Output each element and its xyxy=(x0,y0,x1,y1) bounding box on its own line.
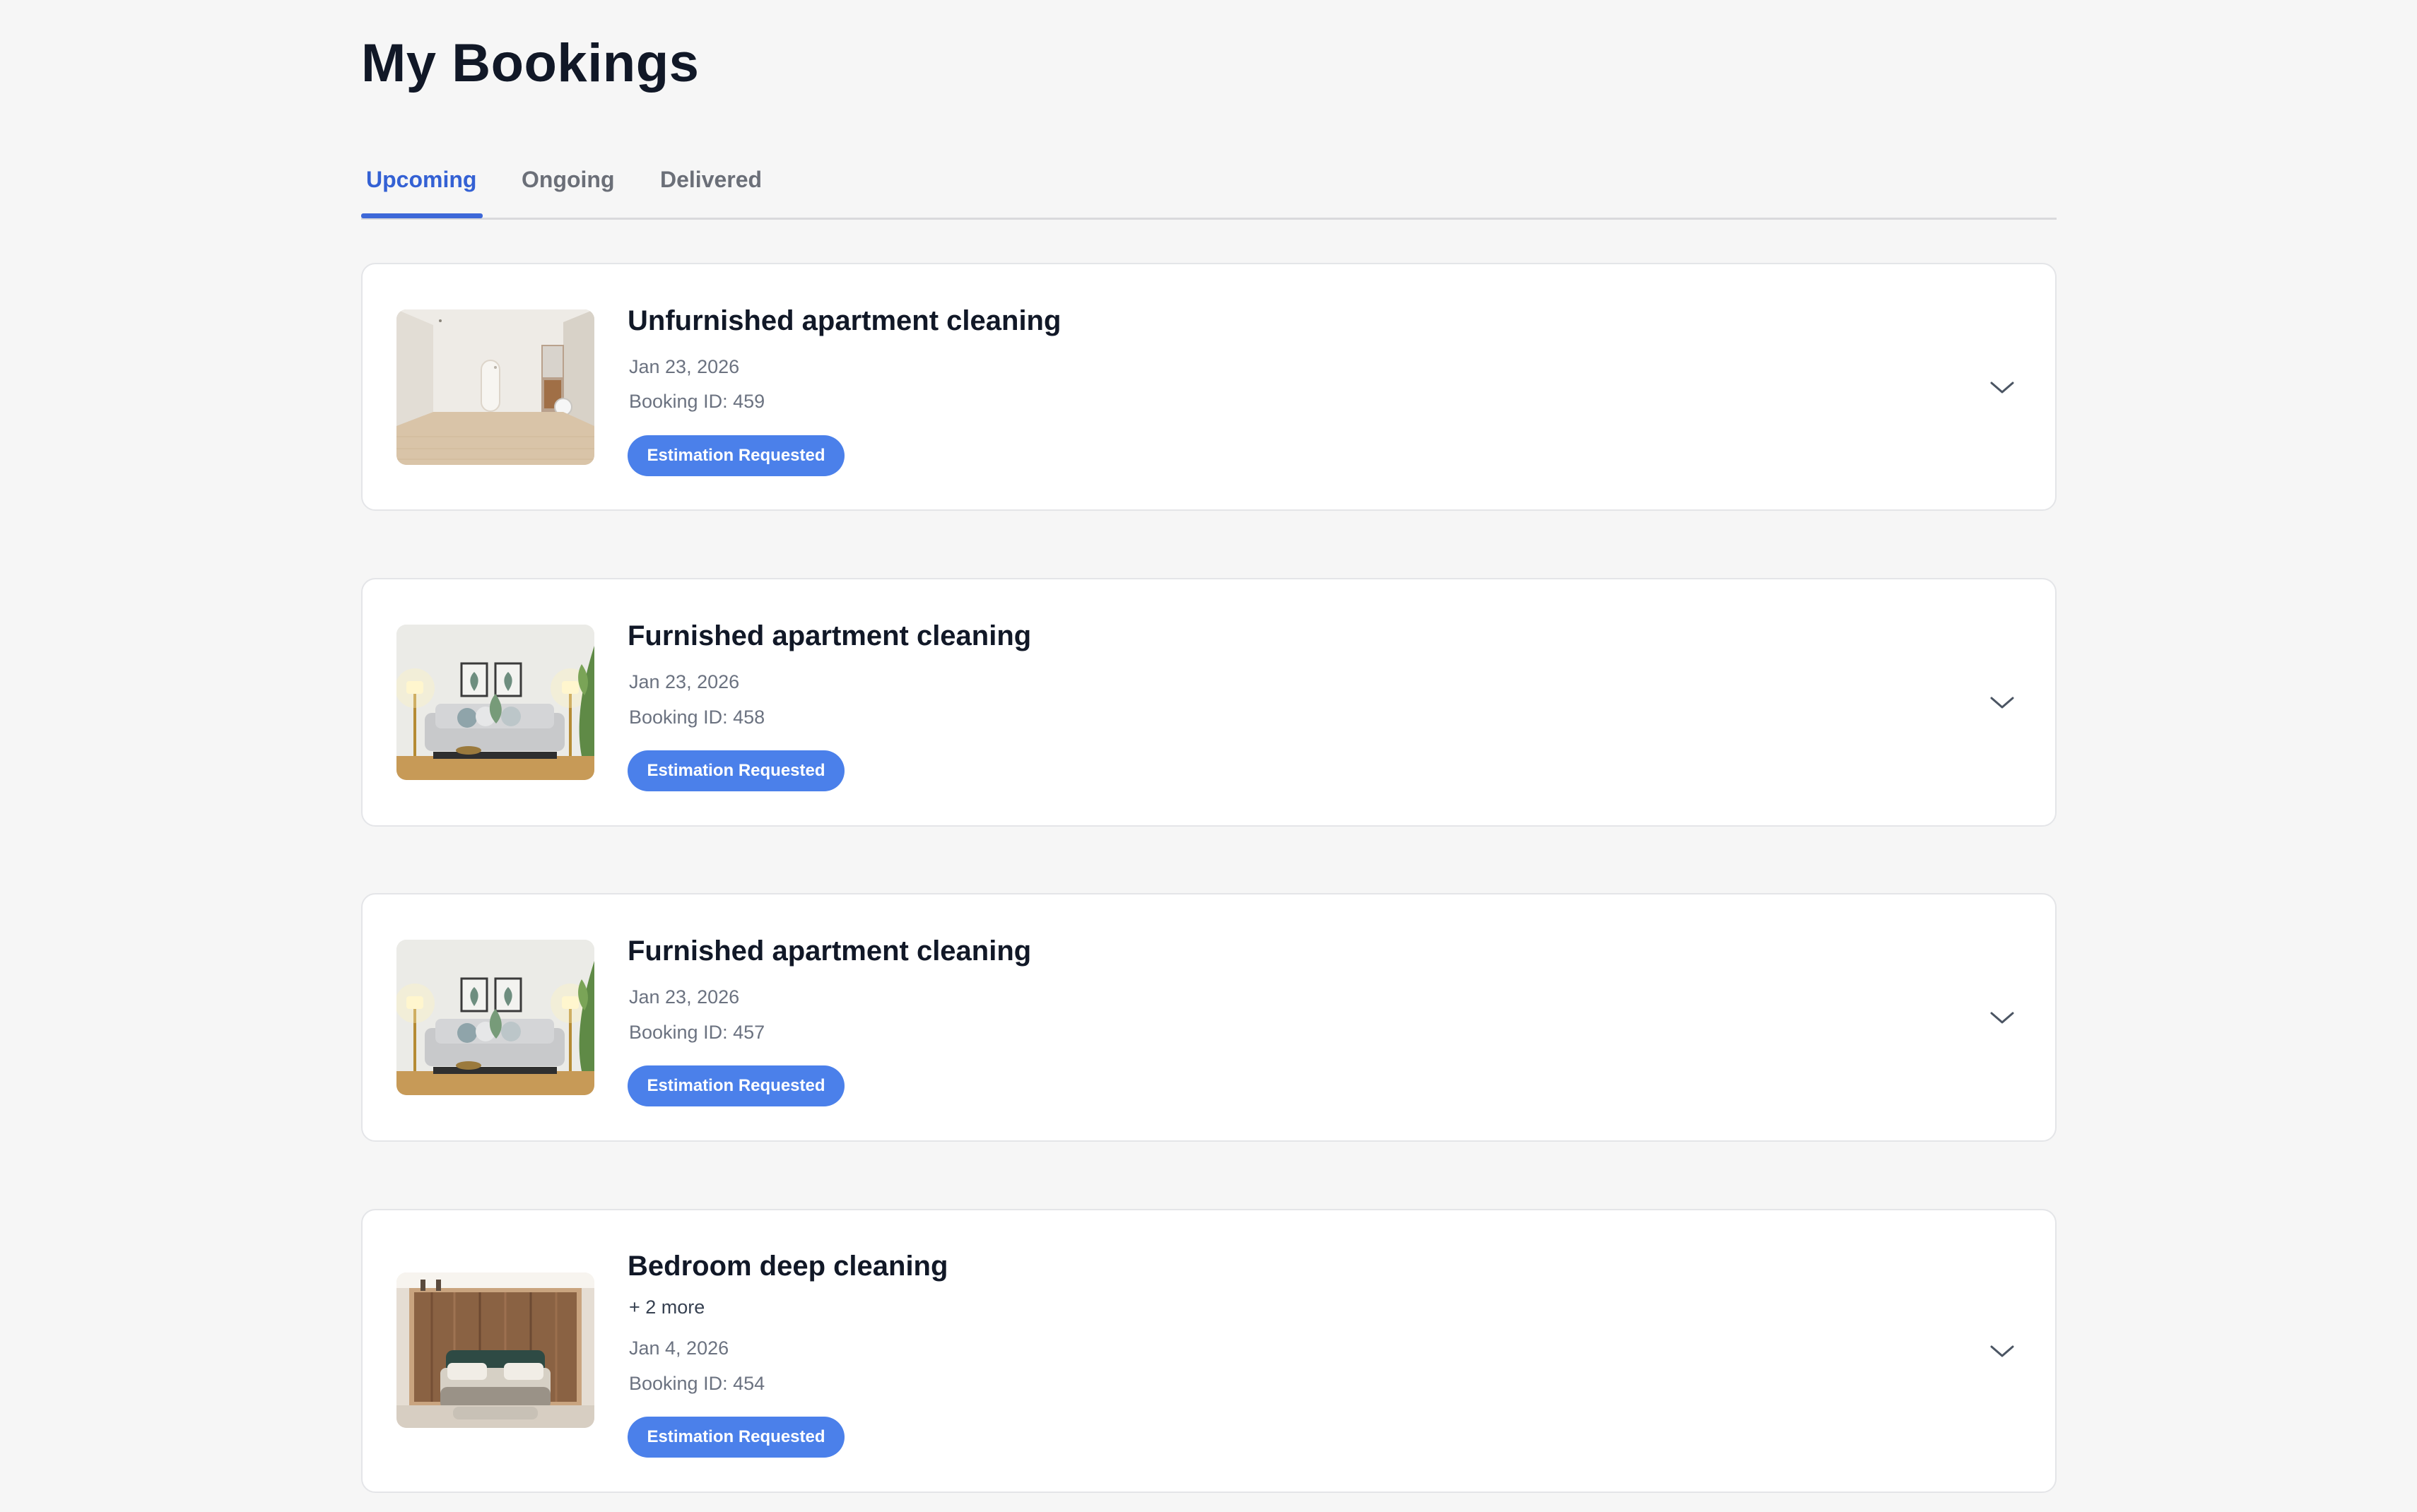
booking-date: Jan 23, 2026 xyxy=(629,356,740,377)
status-badge: Estimation Requested xyxy=(628,1417,845,1458)
status-badge: Estimation Requested xyxy=(628,435,845,476)
status-badge: Estimation Requested xyxy=(628,1065,845,1106)
status-badge: Estimation Requested xyxy=(628,750,845,791)
booking-card[interactable]: Furnished apartment cleaning Jan 23, 202… xyxy=(361,578,2057,827)
empty-apartment-thumbnail xyxy=(396,309,594,465)
tab-upcoming[interactable]: Upcoming xyxy=(366,165,476,194)
booking-card[interactable]: Furnished apartment cleaning Jan 23, 202… xyxy=(361,893,2057,1142)
active-tab-indicator xyxy=(361,213,483,218)
chevron-down-icon[interactable] xyxy=(1988,1342,2016,1360)
booking-title: Bedroom deep cleaning xyxy=(628,1251,948,1282)
booking-title: Unfurnished apartment cleaning xyxy=(628,305,1062,336)
booking-id: Booking ID: 457 xyxy=(629,1022,765,1043)
booking-id: Booking ID: 459 xyxy=(629,391,765,412)
furnished-room-thumbnail xyxy=(396,940,594,1095)
chevron-down-icon[interactable] xyxy=(1988,693,2016,711)
booking-card[interactable]: Bedroom deep cleaning + 2 more Jan 4, 20… xyxy=(361,1209,2057,1493)
booking-date: Jan 4, 2026 xyxy=(629,1337,729,1359)
booking-date: Jan 23, 2026 xyxy=(629,671,740,692)
booking-id: Booking ID: 454 xyxy=(629,1373,765,1394)
booking-title: Furnished apartment cleaning xyxy=(628,935,1032,967)
tab-delivered[interactable]: Delivered xyxy=(660,165,762,194)
page-title: My Bookings xyxy=(361,33,700,93)
booking-status-tabs: Upcoming Ongoing Delivered xyxy=(361,148,2057,220)
chevron-down-icon[interactable] xyxy=(1988,1008,2016,1027)
booking-date: Jan 23, 2026 xyxy=(629,986,740,1008)
chevron-down-icon[interactable] xyxy=(1988,378,2016,396)
booking-id: Booking ID: 458 xyxy=(629,707,765,728)
booking-title: Furnished apartment cleaning xyxy=(628,620,1032,651)
furnished-room-thumbnail xyxy=(396,625,594,780)
tab-ongoing[interactable]: Ongoing xyxy=(522,165,615,194)
booking-card[interactable]: Unfurnished apartment cleaning Jan 23, 2… xyxy=(361,263,2057,511)
additional-services-count: + 2 more xyxy=(629,1297,705,1318)
bedroom-thumbnail xyxy=(396,1272,594,1428)
